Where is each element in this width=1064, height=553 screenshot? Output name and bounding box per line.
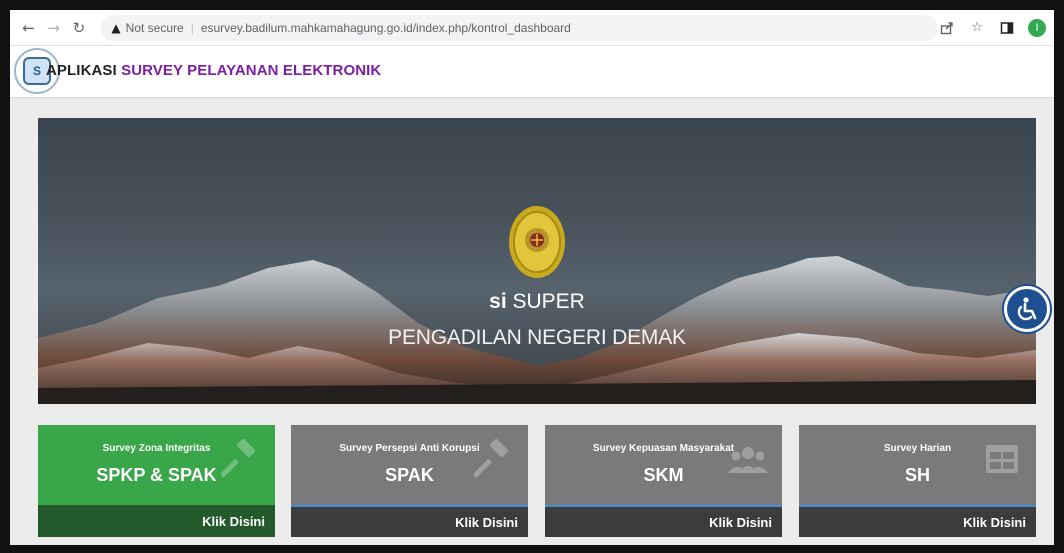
survey-card-kepuasan-masyarakat[interactable]: Survey Kepuasan Masyarakat SKM Klik Disi…	[545, 425, 782, 537]
court-emblem-icon	[509, 206, 565, 278]
survey-card-list: Survey Zona Integritas SPKP & SPAK Klik …	[38, 425, 1036, 539]
survey-card-harian[interactable]: Survey Harian SH Klik Disini	[799, 425, 1036, 537]
forward-arrow-icon[interactable]: →	[43, 17, 64, 39]
address-bar[interactable]: ▲ Not secure | esurvey.badilum.mahkamaha…	[101, 14, 939, 41]
browser-toolbar: ← → ↻ ▲ Not secure | esurvey.badilum.mah…	[10, 10, 1054, 46]
url-text: esurvey.badilum.mahkamahagung.go.id/inde…	[200, 20, 571, 35]
app-title-accent: SURVEY PELAYANAN ELEKTRONIK	[121, 62, 382, 79]
app-header: S APLIKASI SURVEY PELAYANAN ELEKTRONIK	[10, 46, 1054, 98]
klik-disini-link[interactable]: Klik Disini	[799, 505, 1036, 537]
reload-icon[interactable]: ↻	[68, 17, 89, 39]
address-separator: |	[190, 20, 194, 35]
hero-brand-rest: SUPER	[512, 290, 585, 313]
klik-disini-link[interactable]: Klik Disini	[545, 505, 782, 537]
bookmark-star-icon[interactable]: ☆	[968, 19, 986, 37]
klik-disini-link[interactable]: Klik Disini	[38, 505, 275, 537]
hero-banner: si SUPER PENGADILAN NEGERI DEMAK	[38, 118, 1036, 404]
profile-avatar[interactable]: I	[1028, 18, 1047, 37]
survey-card-anti-korupsi[interactable]: Survey Persepsi Anti Korupsi SPAK Klik D…	[291, 425, 528, 537]
hero-court-name: PENGADILAN NEGERI DEMAK	[388, 326, 686, 349]
browser-window: ← → ↻ ▲ Not secure | esurvey.badilum.mah…	[10, 10, 1054, 545]
back-arrow-icon[interactable]: ←	[18, 17, 39, 39]
hero-brand-bold: si	[489, 290, 507, 313]
security-label: Not secure	[125, 20, 184, 35]
users-icon	[728, 447, 768, 473]
hero-brand: si SUPER	[38, 290, 1036, 314]
klik-disini-link[interactable]: Klik Disini	[291, 505, 528, 537]
survey-card-zona-integritas[interactable]: Survey Zona Integritas SPKP & SPAK Klik …	[38, 425, 275, 537]
accessibility-icon[interactable]	[1004, 286, 1050, 332]
app-title-prefix: APLIKASI	[46, 62, 117, 79]
gavel-icon	[474, 439, 509, 478]
grid-icon	[986, 445, 1018, 473]
gavel-icon	[221, 439, 256, 478]
warning-icon: ▲	[111, 20, 121, 35]
main-content: si SUPER PENGADILAN NEGERI DEMAK Survey …	[10, 98, 1054, 545]
app-title[interactable]: APLIKASI SURVEY PELAYANAN ELEKTRONIK	[46, 62, 381, 79]
side-panel-icon[interactable]	[998, 19, 1016, 37]
share-icon[interactable]	[938, 19, 956, 37]
